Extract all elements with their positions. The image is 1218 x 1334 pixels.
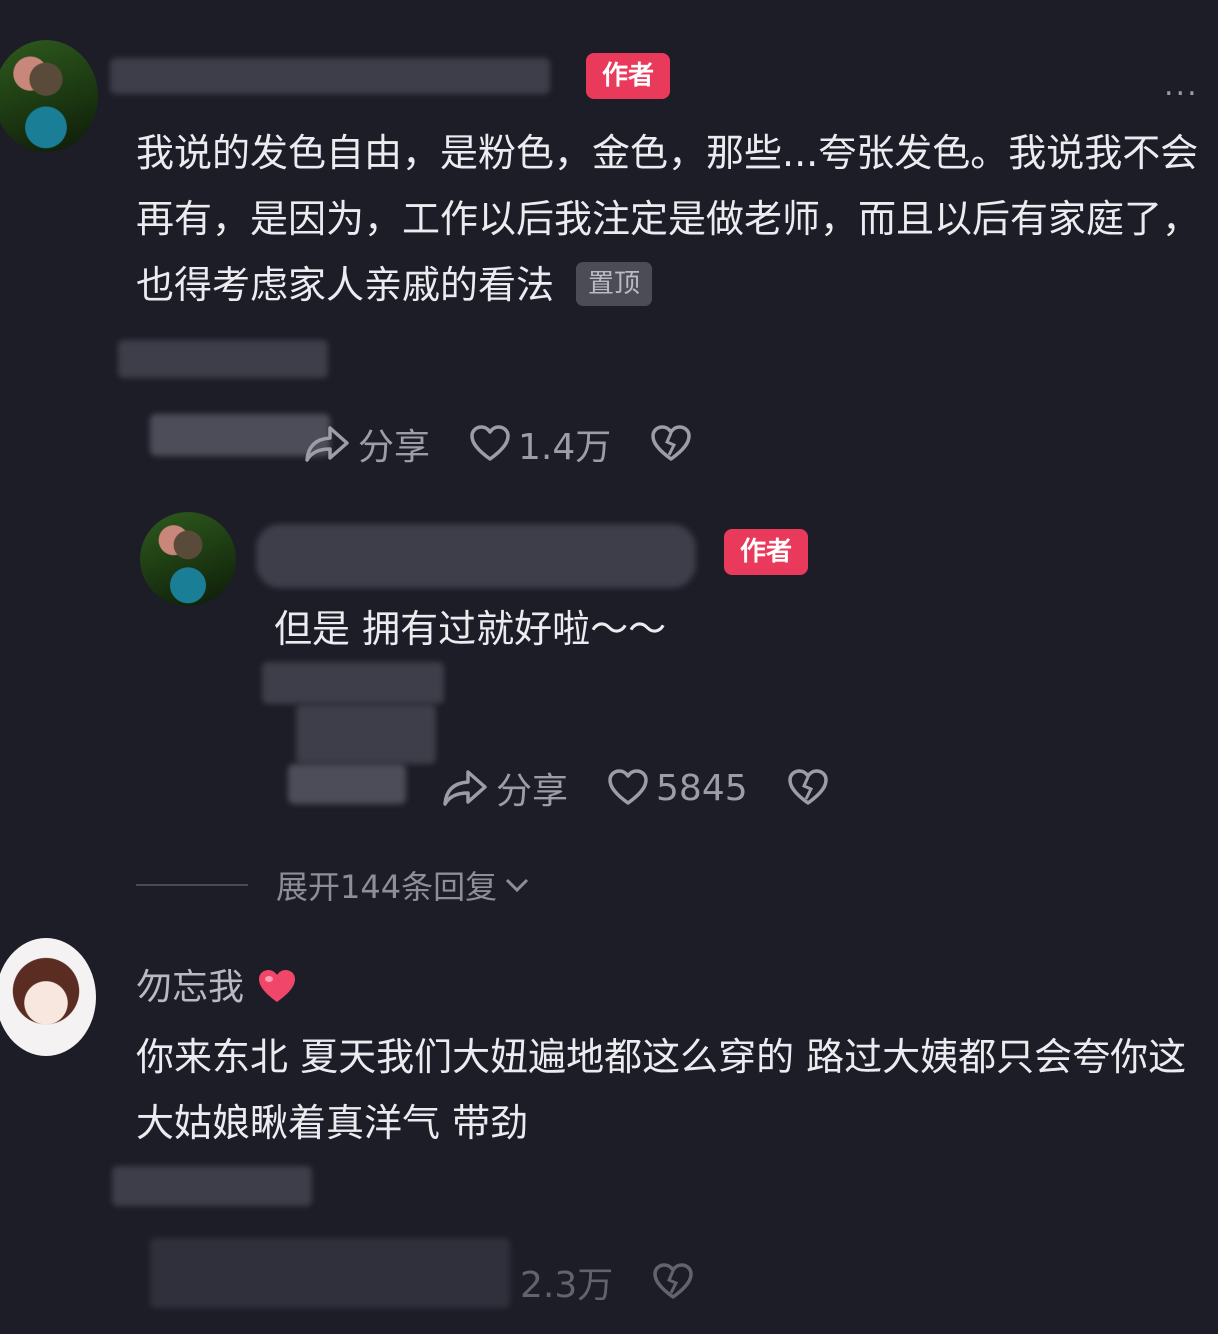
reply-text: 但是 拥有过就好啦～～ — [274, 607, 667, 651]
like-button[interactable]: 1.4万 — [470, 418, 611, 470]
username[interactable]: 勿忘我 — [136, 958, 297, 1010]
reply-actions: 分享 5845 — [442, 762, 876, 814]
like-button[interactable]: 2.3万 — [520, 1256, 613, 1308]
heart-emoji-icon — [259, 970, 296, 1002]
avatar[interactable] — [0, 40, 98, 152]
author-badge: 作者 — [586, 53, 670, 99]
comment-actions-blurred — [150, 1238, 510, 1308]
heart-icon — [470, 425, 510, 461]
pinned-badge: 置顶 — [576, 261, 653, 306]
share-label: 分享 — [496, 771, 569, 812]
reply-like-button[interactable]: 5845 — [608, 768, 748, 809]
broken-heart-icon — [653, 1263, 694, 1299]
share-label: 分享 — [358, 427, 431, 468]
broken-heart-icon — [651, 425, 692, 461]
comment-text: 我说的发色自由，是粉色，金色，那些...夸张发色。我说我不会再有，是因为，工作以… — [136, 120, 1211, 318]
username-label: 勿忘我 — [136, 967, 245, 1008]
reply-button-blurred[interactable] — [150, 414, 330, 456]
reply-dislike-button[interactable] — [787, 769, 836, 807]
broken-heart-icon — [787, 769, 828, 805]
like-count: 5845 — [656, 767, 748, 809]
comment-body: 我说的发色自由，是粉色，金色，那些...夸张发色。我说我不会再有，是因为，工作以… — [136, 131, 1201, 307]
comment-text: 你来东北 夏天我们大妞遍地都这么穿的 路过大姨都只会夸你这大姑娘瞅着真洋气 带劲 — [136, 1035, 1187, 1145]
share-arrow-icon — [443, 770, 487, 806]
like-count: 1.4万 — [518, 427, 612, 468]
chevron-down-icon — [506, 878, 529, 893]
comment-actions: 2.3万 — [520, 1256, 741, 1308]
reply-username-blurred[interactable] — [256, 524, 696, 588]
reply-reply-button-blurred[interactable] — [288, 764, 406, 804]
username-blurred[interactable] — [110, 58, 550, 94]
heart-icon — [608, 769, 648, 805]
comment-meta-blurred — [112, 1166, 312, 1206]
comment-feed: 作者 ... 我说的发色自由，是粉色，金色，那些...夸张发色。我说我不会再有，… — [0, 0, 1218, 1334]
share-button[interactable]: 分享 — [304, 418, 430, 470]
reply-share-button[interactable]: 分享 — [442, 762, 568, 814]
comment-actions: 分享 1.4万 — [304, 418, 739, 470]
comment-meta-blurred — [118, 340, 328, 378]
dislike-button[interactable] — [653, 1263, 701, 1301]
avatar[interactable] — [0, 938, 96, 1056]
divider — [136, 884, 248, 886]
expand-replies-label: 展开144条回复 — [276, 868, 498, 906]
reply-meta-blurred — [262, 662, 444, 704]
reply-author-badge: 作者 — [724, 529, 808, 575]
reply-avatar[interactable] — [140, 512, 236, 606]
share-arrow-icon — [305, 426, 349, 462]
more-options-icon[interactable]: ... — [1164, 71, 1200, 106]
like-count: 2.3万 — [520, 1265, 614, 1306]
expand-replies-button[interactable]: 展开144条回复 — [136, 862, 531, 908]
reply-meta-blurred-2 — [296, 704, 436, 764]
dislike-button[interactable] — [651, 425, 699, 463]
